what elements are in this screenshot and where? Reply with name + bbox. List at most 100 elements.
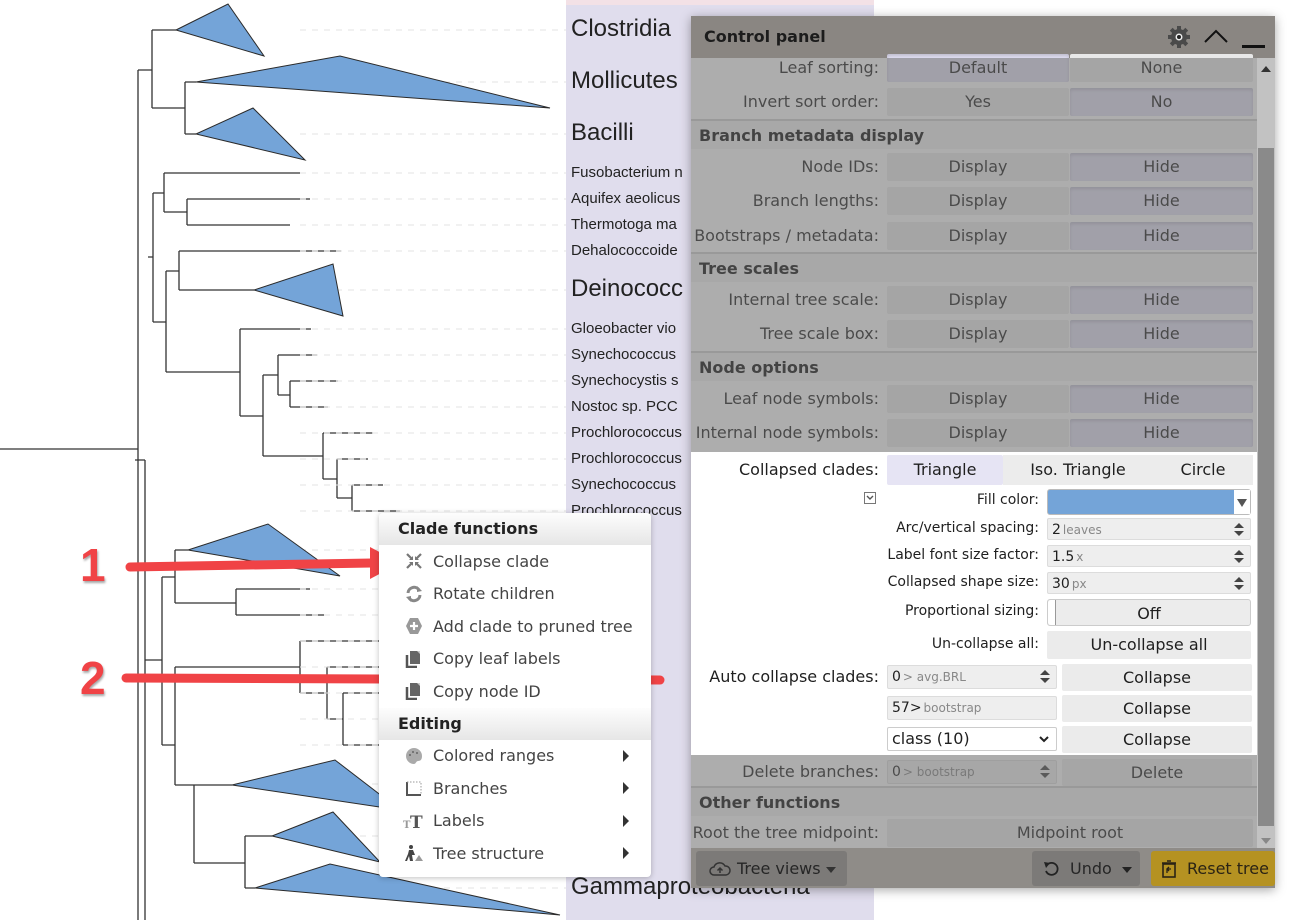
leaf-label[interactable]: Synechocystis s bbox=[571, 372, 679, 389]
submenu-arrow-icon bbox=[623, 814, 629, 827]
menu-item-branches[interactable]: Branches bbox=[379, 772, 651, 805]
trash-restore-icon bbox=[1162, 860, 1176, 878]
collapsed-clade-triangle bbox=[270, 811, 382, 863]
control-panel-scrollbar[interactable] bbox=[1257, 58, 1275, 848]
branch-lengths-hide-button[interactable]: Hide bbox=[1070, 187, 1253, 215]
menu-item-tree-structure[interactable]: Tree structure bbox=[379, 837, 651, 870]
collapse-icon bbox=[403, 551, 425, 571]
leaf-label[interactable]: Deinococc bbox=[571, 275, 683, 303]
node-ids-display-button[interactable]: Display bbox=[887, 153, 1069, 181]
leaf-symbols-display-button[interactable]: Display bbox=[887, 385, 1069, 413]
menu-item-colored-ranges[interactable]: Colored ranges bbox=[379, 740, 651, 773]
spinner-icon[interactable] bbox=[1234, 577, 1244, 591]
proportional-sizing-toggle[interactable]: Off bbox=[1047, 599, 1251, 626]
menu-item-copy-node-id[interactable]: Copy node ID bbox=[379, 675, 651, 708]
section-branch-metadata: Branch metadata display bbox=[691, 119, 1257, 149]
fill-color-label: Fill color: bbox=[976, 492, 1039, 508]
menu-item-label: Copy leaf labels bbox=[433, 649, 561, 669]
leaf-label[interactable]: Clostridia bbox=[571, 15, 671, 43]
menu-item-add-to-pruned-tree[interactable]: Add clade to pruned tree bbox=[379, 610, 651, 643]
leaf-label[interactable]: Prochlorococcus bbox=[571, 450, 682, 467]
tree-branch bbox=[138, 29, 196, 135]
leaf-label[interactable]: Bacilli bbox=[571, 119, 634, 147]
leaf-label[interactable]: Synechococcus bbox=[571, 476, 676, 493]
midpoint-root-button[interactable]: Midpoint root bbox=[887, 819, 1253, 847]
menu-item-label: Collapse clade bbox=[433, 551, 550, 571]
scroll-up-icon[interactable] bbox=[1261, 66, 1271, 72]
font-factor-input[interactable]: 1.5 x bbox=[1047, 545, 1251, 567]
gear-icon[interactable] bbox=[1167, 25, 1191, 49]
expand-options-toggle[interactable] bbox=[864, 492, 876, 504]
auto-collapse-label: Auto collapse clades: bbox=[709, 667, 879, 686]
internal-scale-display-button[interactable]: Display bbox=[887, 286, 1069, 314]
tree-views-button[interactable]: Tree views bbox=[696, 851, 847, 886]
shape-circle-button[interactable]: Circle bbox=[1153, 455, 1253, 485]
collapse-panel-icon[interactable] bbox=[1203, 26, 1229, 46]
menu-item-labels[interactable]: TT Labels bbox=[379, 805, 651, 838]
delete-branches-button[interactable]: Delete bbox=[1062, 759, 1252, 786]
leaf-symbols-hide-button[interactable]: Hide bbox=[1070, 385, 1253, 413]
auto-collapse-bootstrap-button[interactable]: Collapse bbox=[1062, 695, 1252, 722]
leaf-label[interactable]: Fusobacterium n bbox=[571, 164, 683, 181]
menu-item-copy-leaf-labels[interactable]: Copy leaf labels bbox=[379, 643, 651, 676]
spinner-icon[interactable] bbox=[1040, 765, 1050, 779]
leaf-label[interactable]: Prochlorococcus bbox=[571, 424, 682, 441]
menu-item-label: Branches bbox=[433, 778, 508, 798]
leaf-label[interactable]: Gloeobacter vio bbox=[571, 320, 676, 337]
fill-color-select[interactable] bbox=[1047, 489, 1251, 515]
shape-triangle-button[interactable]: Triangle bbox=[887, 455, 1003, 485]
spinner-icon[interactable] bbox=[1040, 670, 1050, 684]
scrollbar-thumb[interactable] bbox=[1258, 148, 1274, 826]
auto-collapse-bootstrap-input[interactable]: 57> bootstrap bbox=[887, 696, 1057, 720]
shape-size-input[interactable]: 30 px bbox=[1047, 572, 1251, 594]
cloud-upload-icon bbox=[709, 862, 731, 876]
scroll-down-icon[interactable] bbox=[1261, 838, 1271, 844]
copy-icon bbox=[403, 681, 425, 701]
undo-button[interactable]: Undo bbox=[1032, 851, 1140, 886]
uncollapse-all-button[interactable]: Un-collapse all bbox=[1047, 631, 1251, 659]
control-panel-title: Control panel bbox=[704, 27, 826, 46]
invert-sort-yes-button[interactable]: Yes bbox=[887, 88, 1069, 116]
collapsed-clade-triangle bbox=[252, 263, 344, 317]
section-tree-scales: Tree scales bbox=[691, 252, 1257, 282]
menu-item-label: Add clade to pruned tree bbox=[433, 616, 633, 636]
scale-box-display-button[interactable]: Display bbox=[887, 320, 1069, 348]
minimize-icon[interactable] bbox=[1242, 45, 1265, 48]
delete-branches-input[interactable]: 0 > bootstrap bbox=[887, 760, 1057, 784]
bootstraps-hide-button[interactable]: Hide bbox=[1070, 222, 1253, 250]
submenu-arrow-icon bbox=[623, 847, 629, 860]
auto-collapse-brl-button[interactable]: Collapse bbox=[1062, 664, 1252, 691]
leaf-label[interactable]: Synechococcus bbox=[571, 346, 676, 363]
spinner-icon[interactable] bbox=[1234, 523, 1244, 537]
branch-lengths-display-button[interactable]: Display bbox=[887, 187, 1069, 215]
shape-iso-triangle-button[interactable]: Iso. Triangle bbox=[1003, 455, 1153, 485]
spinner-icon[interactable] bbox=[1234, 550, 1244, 564]
menu-item-rotate-children[interactable]: Rotate children bbox=[379, 578, 651, 611]
menu-item-label: Colored ranges bbox=[433, 746, 555, 766]
auto-collapse-brl-input[interactable]: 0 > avg.BRL bbox=[887, 665, 1057, 689]
row-invert-sort-order: Invert sort order: Yes No bbox=[691, 85, 1257, 119]
leaf-label[interactable]: Thermotoga ma bbox=[571, 216, 677, 233]
internal-symbols-hide-button[interactable]: Hide bbox=[1070, 419, 1253, 447]
leaf-sorting-none-button[interactable]: None bbox=[1070, 54, 1253, 82]
annotation-number-2: 2 bbox=[80, 652, 106, 704]
invert-sort-no-button[interactable]: No bbox=[1070, 88, 1253, 116]
arc-spacing-input[interactable]: 2 leaves bbox=[1047, 518, 1251, 540]
internal-scale-hide-button[interactable]: Hide bbox=[1070, 286, 1253, 314]
internal-symbols-display-button[interactable]: Display bbox=[887, 419, 1069, 447]
uncollapse-all-label: Un-collapse all: bbox=[931, 636, 1039, 652]
node-ids-hide-button[interactable]: Hide bbox=[1070, 153, 1253, 181]
leaf-label[interactable]: Mollicutes bbox=[571, 67, 678, 95]
scale-box-hide-button[interactable]: Hide bbox=[1070, 320, 1253, 348]
auto-collapse-rank-button[interactable]: Collapse bbox=[1062, 726, 1252, 753]
control-panel-body: Leaf sorting: Default None Invert sort o… bbox=[691, 54, 1257, 848]
leaf-sorting-default-button[interactable]: Default bbox=[887, 54, 1069, 82]
leaf-label[interactable]: Dehalococcoide bbox=[571, 242, 678, 259]
auto-collapse-rank-select[interactable]: class (10) bbox=[887, 727, 1057, 751]
row-branch-lengths: Branch lengths: Display Hide bbox=[691, 184, 1257, 218]
reset-tree-button[interactable]: Reset tree bbox=[1151, 851, 1275, 886]
bootstraps-display-button[interactable]: Display bbox=[887, 222, 1069, 250]
leaf-label[interactable]: Aquifex aeolicus bbox=[571, 190, 680, 207]
leaf-label[interactable]: Nostoc sp. PCC bbox=[571, 398, 678, 415]
menu-item-collapse-clade[interactable]: Collapse clade bbox=[379, 545, 651, 578]
